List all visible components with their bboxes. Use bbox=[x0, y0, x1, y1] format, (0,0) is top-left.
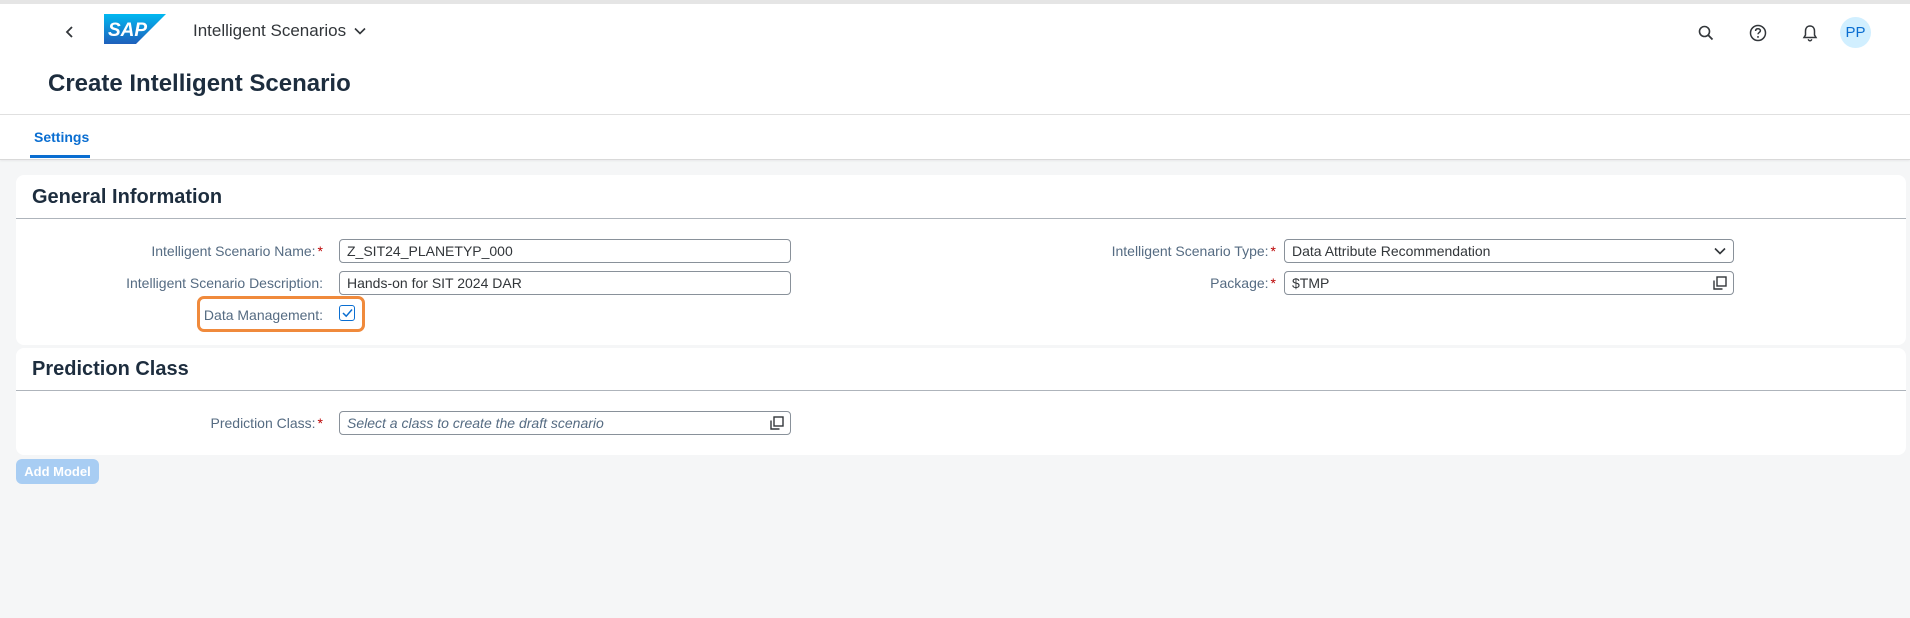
back-icon bbox=[65, 26, 73, 38]
checkmark-icon bbox=[341, 309, 353, 318]
help-icon bbox=[1749, 24, 1767, 42]
chevron-down-icon bbox=[354, 27, 366, 35]
user-avatar[interactable]: PP bbox=[1840, 17, 1871, 48]
scenario-name-input[interactable]: Z_SIT24_PLANETYP_000 bbox=[339, 239, 791, 263]
package-label: Package: * bbox=[1210, 275, 1276, 291]
section-title-general-information: General Information bbox=[32, 186, 223, 208]
page-title: Create Intelligent Scenario bbox=[48, 70, 351, 97]
required-marker: * bbox=[317, 243, 323, 259]
svg-text:SAP: SAP bbox=[108, 20, 147, 41]
tab-settings[interactable]: Settings bbox=[34, 129, 89, 145]
scenario-description-input[interactable]: Hands-on for SIT 2024 DAR bbox=[339, 271, 791, 295]
value-help-button[interactable] bbox=[1707, 272, 1733, 294]
prediction-class-placeholder: Select a class to create the draft scena… bbox=[347, 415, 604, 431]
prediction-class-label: Prediction Class: * bbox=[210, 415, 324, 431]
dropdown-button[interactable] bbox=[1707, 240, 1733, 262]
add-model-button[interactable]: Add Model bbox=[16, 459, 99, 484]
tab-bar: Settings bbox=[0, 115, 1910, 160]
section-divider bbox=[16, 218, 1906, 219]
section-divider bbox=[16, 390, 1906, 391]
app-title-menu[interactable]: Intelligent Scenarios bbox=[193, 21, 366, 41]
scenario-type-label: Intelligent Scenario Type: * bbox=[1111, 243, 1276, 259]
prediction-class-input[interactable]: Select a class to create the draft scena… bbox=[339, 411, 791, 435]
sap-logo[interactable]: SAP bbox=[104, 14, 166, 49]
value-help-button[interactable] bbox=[764, 412, 790, 434]
section-title-prediction-class: Prediction Class bbox=[32, 358, 189, 380]
value-help-icon bbox=[1713, 276, 1727, 290]
app-title: Intelligent Scenarios bbox=[193, 21, 347, 40]
value-help-icon bbox=[770, 416, 784, 430]
required-marker: * bbox=[317, 415, 323, 431]
scenario-type-select[interactable]: Data Attribute Recommendation bbox=[1284, 239, 1734, 263]
prediction-class-section: Prediction Class bbox=[16, 348, 1906, 455]
shell-bar: SAP Intelligent Scenarios PP Create Inte… bbox=[0, 4, 1910, 115]
scenario-name-label: Intelligent Scenario Name: * bbox=[151, 243, 323, 259]
search-button[interactable] bbox=[1693, 20, 1719, 46]
help-button[interactable] bbox=[1745, 20, 1771, 46]
required-marker: * bbox=[1270, 275, 1276, 291]
scenario-description-label: Intelligent Scenario Description: bbox=[126, 275, 323, 291]
search-icon bbox=[1698, 25, 1714, 41]
data-management-checkbox[interactable] bbox=[339, 305, 355, 321]
notification-icon bbox=[1802, 25, 1818, 42]
package-input[interactable]: $TMP bbox=[1284, 271, 1734, 295]
required-marker: * bbox=[1270, 243, 1276, 259]
tab-selected-indicator bbox=[30, 155, 90, 158]
chevron-down-icon bbox=[1714, 247, 1726, 255]
notifications-button[interactable] bbox=[1797, 20, 1823, 46]
back-button[interactable] bbox=[58, 20, 82, 44]
data-management-label: Data Management: bbox=[203, 307, 323, 323]
